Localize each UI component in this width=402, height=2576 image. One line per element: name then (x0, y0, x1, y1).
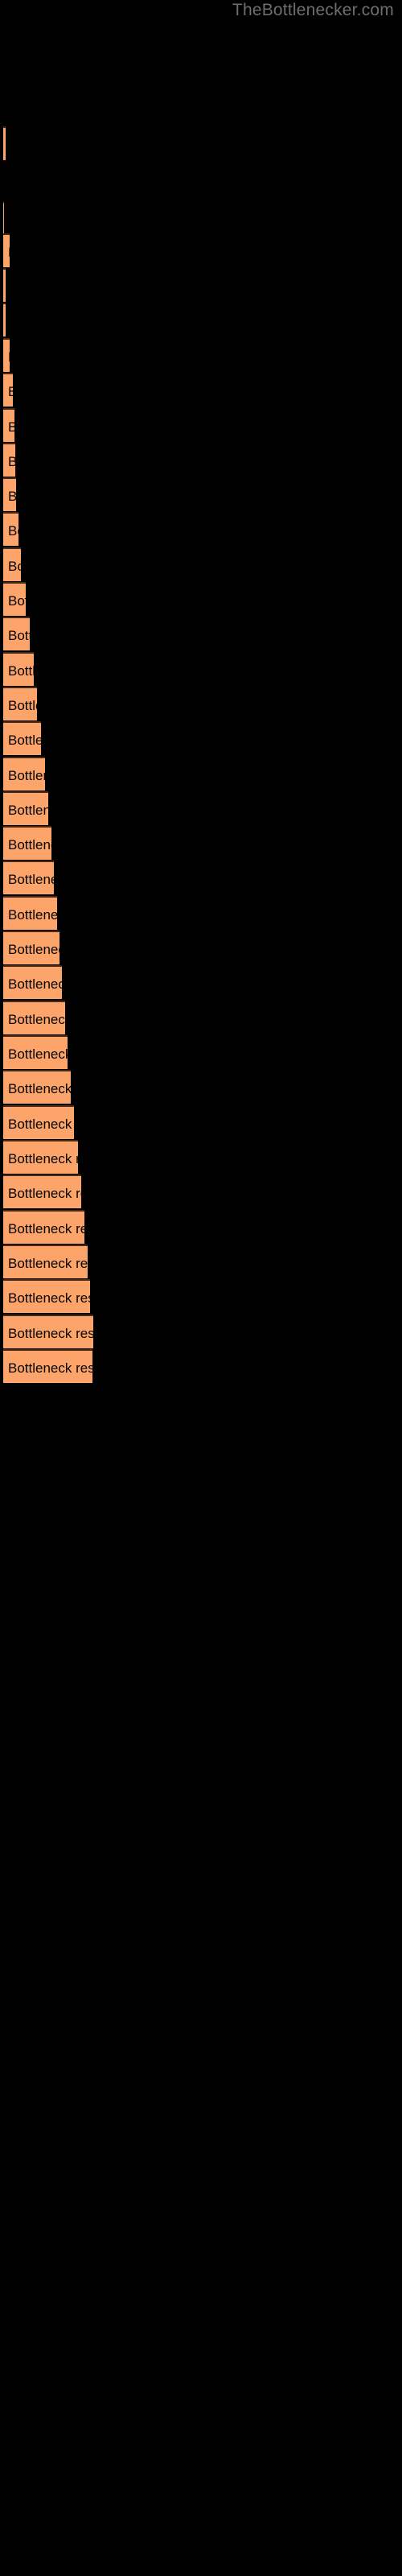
bar-5[interactable]: Bottleneck result (3, 303, 6, 336)
bar-label: Bottleneck result (8, 768, 45, 783)
bar-label: Bottleneck result (8, 1081, 71, 1096)
bar-label: Bottleneck result (3, 203, 4, 235)
bar-label: Bottleneck result (8, 523, 18, 539)
bar-label: Bottleneck result (8, 698, 37, 713)
bar-27[interactable]: Bottleneck result (3, 1070, 71, 1104)
bar-label: Bottleneck result (3, 374, 13, 407)
bar-label: Bottleneck result (3, 128, 6, 160)
bar-12[interactable]: Bottleneck result (3, 547, 21, 581)
bar-35[interactable]: Bottleneck result (3, 1349, 92, 1383)
bar-23[interactable]: Bottleneck result (3, 931, 59, 964)
bar-label: Bottleneck result (8, 663, 34, 679)
bar-11[interactable]: Bottleneck result (3, 512, 18, 546)
bar-6[interactable]: Bottleneck result (3, 338, 10, 372)
bar-label: Bottleneck result (3, 270, 6, 302)
bar-28[interactable]: Bottleneck result (3, 1105, 74, 1139)
bar-label: Bottleneck result (8, 907, 57, 923)
bar-15[interactable]: Bottleneck result (3, 652, 34, 686)
bar-4[interactable]: Bottleneck result (3, 268, 6, 302)
bar-label: Bottleneck result (8, 1012, 65, 1027)
bar-29[interactable]: Bottleneck result (3, 1140, 78, 1174)
bar-10[interactable]: Bottleneck result (3, 477, 16, 511)
bar-24[interactable]: Bottleneck result (3, 965, 62, 999)
bar-31[interactable]: Bottleneck result (3, 1210, 84, 1244)
bar-label: Bottleneck result (8, 803, 48, 818)
bar-33[interactable]: Bottleneck result (3, 1279, 90, 1313)
bar-label: Bottleneck result (8, 1151, 78, 1166)
bar-label: Bottleneck result (8, 1046, 68, 1062)
bar-label: Bottleneck result (8, 593, 26, 609)
bar-label: Bottleneck result (8, 1221, 84, 1236)
bar-label: Bottleneck result (3, 444, 15, 477)
bar-20[interactable]: Bottleneck result (3, 826, 51, 860)
bar-label: Bottleneck result (8, 628, 30, 643)
bar-14[interactable]: Bottleneck result (3, 617, 30, 650)
bar-label: Bottleneck result (8, 1117, 74, 1132)
bar-label: Bottleneck result (8, 1290, 90, 1306)
bar-9[interactable]: Bottleneck result (3, 443, 15, 477)
bar-label: Bottleneck result (8, 942, 59, 957)
bar-3[interactable]: Bottleneck result (3, 233, 10, 267)
bar-19[interactable]: Bottleneck result (3, 791, 48, 825)
bar-2[interactable]: Bottleneck result (3, 201, 4, 235)
bar-label: Bottleneck result (8, 559, 21, 574)
bar-label: Bottleneck result (3, 479, 16, 511)
bar-13[interactable]: Bottleneck result (3, 582, 26, 616)
bar-label: Bottleneck result (8, 1360, 92, 1376)
bar-30[interactable]: Bottleneck result (3, 1174, 81, 1208)
bar-32[interactable]: Bottleneck result (3, 1245, 88, 1278)
bar-25[interactable]: Bottleneck result (3, 1001, 65, 1034)
bar-label: Bottleneck result (3, 304, 6, 336)
bar-label: Bottleneck result (8, 872, 54, 887)
bar-1[interactable]: Bottleneck result (3, 126, 6, 160)
bar-label: Bottleneck result (8, 837, 51, 852)
bar-label: Bottleneck result (3, 340, 10, 372)
bar-label: Bottleneck result (3, 235, 10, 267)
bar-26[interactable]: Bottleneck result (3, 1035, 68, 1069)
bar-34[interactable]: Bottleneck result (3, 1315, 93, 1348)
bar-8[interactable]: Bottleneck result (3, 408, 14, 442)
bar-label: Bottleneck result (8, 1256, 88, 1271)
bar-label: Bottleneck result (8, 976, 62, 992)
bar-22[interactable]: Bottleneck result (3, 896, 57, 930)
bottleneck-bar-chart: Bottleneck result Bottleneck result Bottle… (0, 0, 402, 2576)
bar-7[interactable]: Bottleneck result (3, 373, 13, 407)
bar-16[interactable]: Bottleneck result (3, 687, 37, 720)
bar-label: Bottleneck result (3, 410, 14, 442)
bar-21[interactable]: Bottleneck result (3, 861, 54, 894)
bar-label: Bottleneck result (8, 733, 41, 748)
bar-label: Bottleneck result (8, 1326, 93, 1341)
bar-17[interactable]: Bottleneck result (3, 721, 41, 755)
bar-label: Bottleneck result (8, 1186, 81, 1201)
bar-18[interactable]: Bottleneck result (3, 757, 45, 791)
